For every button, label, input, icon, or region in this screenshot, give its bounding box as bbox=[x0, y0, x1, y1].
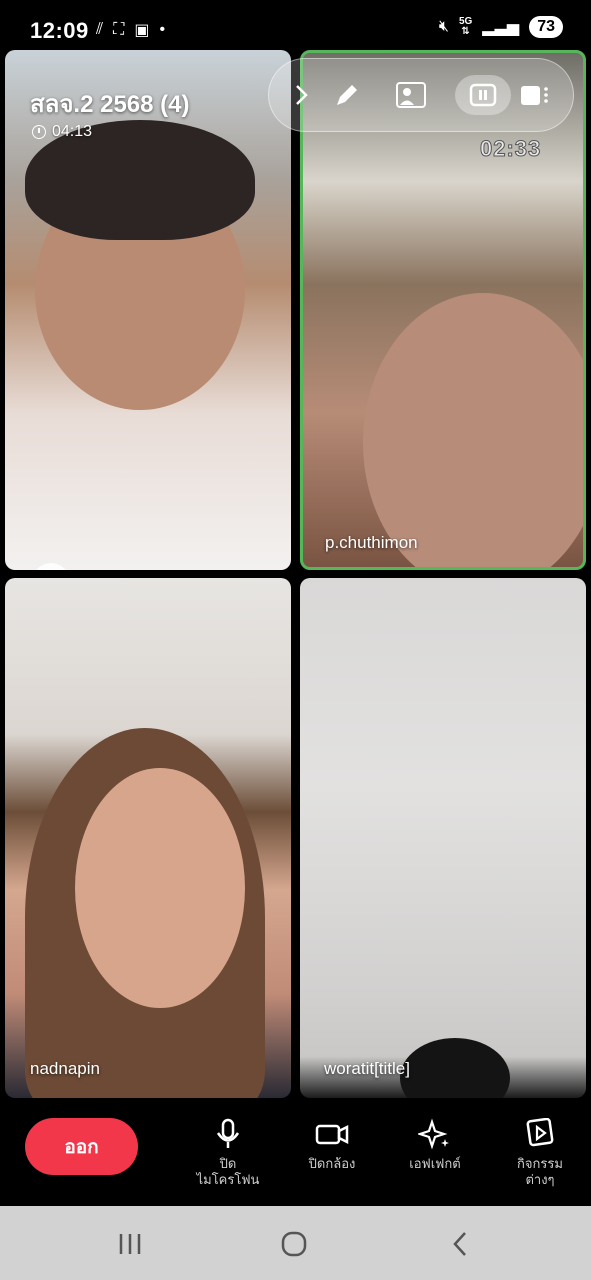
recording-time: 02:33 bbox=[479, 136, 542, 162]
status-left-icons: ⫽ ⛶ ▣ • bbox=[96, 20, 165, 40]
group-title: สลจ.2 2568 (4) bbox=[30, 91, 190, 118]
back-button[interactable] bbox=[440, 1224, 480, 1264]
camera-label: ปิดกล้อง bbox=[308, 1156, 356, 1171]
stop-icon bbox=[521, 86, 548, 105]
participant-video bbox=[363, 293, 583, 567]
mic-toggle-button[interactable]: ปิด ไมโครโฟน bbox=[183, 1118, 273, 1188]
participant-video bbox=[400, 1038, 510, 1098]
status-bar: 12:09 ⫽ ⛶ ▣ • 🔇︎ 5G ⇅ ▂▃▅ 73 bbox=[0, 0, 591, 50]
video-tile-nadnapin[interactable]: nadnapin bbox=[5, 578, 291, 1098]
person-frame-icon bbox=[396, 82, 426, 108]
network-type: 5G ⇅ bbox=[458, 16, 473, 37]
screenshot-icon: ⛶ bbox=[113, 21, 125, 38]
back-chevron-icon bbox=[453, 1232, 466, 1256]
call-duration: 04:13 bbox=[52, 123, 93, 140]
pencil-icon bbox=[337, 85, 357, 105]
home-icon bbox=[281, 1231, 307, 1257]
clock-icon bbox=[32, 125, 46, 139]
mic-label: ปิด ไมโครโฟน bbox=[196, 1156, 260, 1187]
video-tile-woratit[interactable]: woratit[title] bbox=[300, 578, 586, 1098]
status-right-icons: 🔇︎ 5G ⇅ ▂▃▅ 73 bbox=[439, 16, 563, 38]
video-camera-icon bbox=[315, 1124, 349, 1145]
pause-recording-button[interactable] bbox=[455, 75, 511, 115]
activities-play-icon bbox=[526, 1118, 554, 1147]
participant-video bbox=[75, 768, 245, 1008]
participant-name: woratit[title] bbox=[324, 1059, 410, 1078]
participant-name: nadnapin bbox=[30, 1059, 100, 1078]
call-header: สลจ.2 2568 (4) bbox=[30, 84, 190, 123]
stop-recording-button[interactable] bbox=[515, 77, 551, 113]
camera-toggle-button[interactable]: ปิดกล้อง bbox=[287, 1118, 377, 1172]
mute-icon: 🔇︎ bbox=[438, 18, 449, 35]
selfie-video-button[interactable] bbox=[393, 77, 429, 113]
leave-call-button[interactable]: ออก bbox=[25, 1118, 138, 1175]
participant-name: p.chuthimon bbox=[325, 533, 418, 552]
recent-apps-button[interactable] bbox=[110, 1224, 150, 1264]
collapse-toolbar-button[interactable] bbox=[283, 77, 319, 113]
microphone-icon bbox=[216, 1118, 240, 1148]
home-button[interactable] bbox=[274, 1224, 314, 1264]
draw-button[interactable] bbox=[329, 77, 365, 113]
chevron-right-icon bbox=[296, 85, 308, 105]
pause-icon bbox=[469, 83, 497, 107]
camera-app-icon: ▣ bbox=[134, 22, 150, 39]
sparkle-icon bbox=[418, 1118, 449, 1150]
activities-button[interactable]: กิจกรรม ต่างๆ bbox=[495, 1118, 585, 1188]
signal-icon: ▂▃▅ bbox=[482, 19, 520, 36]
screen-recorder-toolbar bbox=[268, 58, 574, 132]
effects-label: เอฟเฟกต์ bbox=[409, 1156, 461, 1171]
system-navigation-bar bbox=[0, 1206, 591, 1280]
emoji-reaction-button[interactable] bbox=[32, 563, 70, 570]
wifi-calling-icon: ⫽ bbox=[96, 21, 104, 38]
activities-label: กิจกรรม ต่างๆ bbox=[517, 1156, 563, 1187]
status-time: 12:09 bbox=[30, 18, 89, 43]
call-controls: ออก ปิด ไมโครโฟน ปิดกล้อง เอฟเฟกต์ กิจกร… bbox=[0, 1100, 591, 1206]
notification-dot-icon: • bbox=[159, 21, 166, 38]
recents-icon bbox=[119, 1234, 141, 1254]
smiley-icon bbox=[38, 569, 64, 570]
call-timer: 04:13 bbox=[32, 123, 92, 141]
battery-level: 73 bbox=[529, 16, 563, 38]
effects-button[interactable]: เอฟเฟกต์ bbox=[390, 1118, 480, 1172]
